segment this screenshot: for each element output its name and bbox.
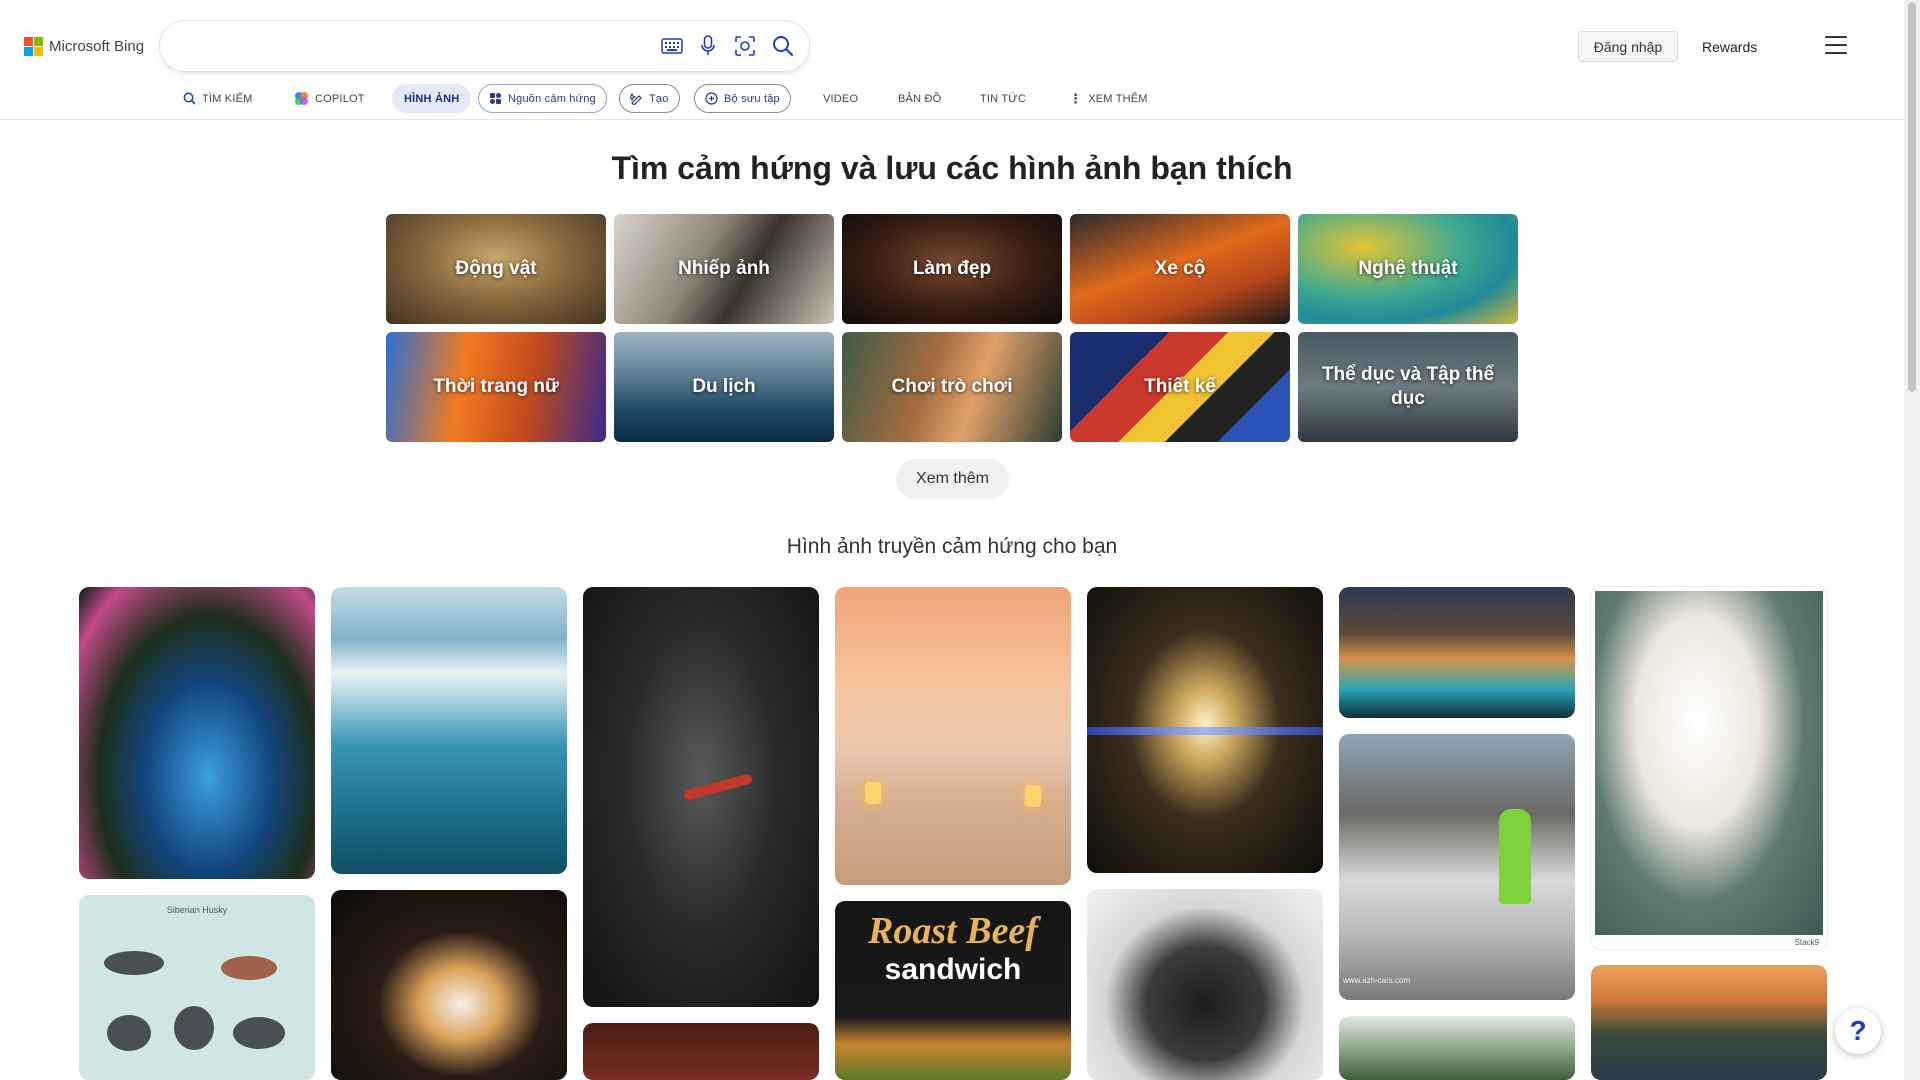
hamburger-menu-icon[interactable] (1825, 36, 1847, 54)
category-gaming[interactable]: Chơi trò chơi (842, 332, 1062, 442)
tab-video[interactable]: VIDEO (823, 84, 858, 113)
husky-chart-title: Siberian Husky (166, 905, 228, 915)
image-tile-desert-mosque[interactable] (835, 587, 1071, 885)
fashion-figure (1499, 809, 1531, 904)
search-icon (183, 92, 196, 105)
brand-name: Microsoft Bing (49, 38, 145, 55)
tab-images[interactable]: HÌNH ẢNH (392, 84, 472, 113)
category-beauty[interactable]: Làm đẹp (842, 214, 1062, 324)
roast-title-line1: Roast Beef (868, 910, 1038, 952)
tab-news[interactable]: TIN TỨC (980, 84, 1026, 113)
scrollbar-thumb[interactable] (1908, 2, 1916, 392)
see-more-button[interactable]: Xem thêm (896, 459, 1009, 499)
top-bar: Microsoft Bing Đăng nhập Rewards (0, 0, 1904, 92)
category-womens-fashion[interactable]: Thời trang nữ (386, 332, 606, 442)
category-travel[interactable]: Du lịch (614, 332, 834, 442)
create-icon (630, 92, 642, 105)
image-tile-resort-night[interactable] (1339, 587, 1575, 718)
microphone-icon[interactable] (696, 34, 720, 58)
lantern-left (865, 782, 881, 804)
roast-title-line2: sandwich (884, 953, 1022, 986)
rewards-link[interactable]: Rewards (1702, 39, 1757, 55)
tab-collections[interactable]: Bộ sưu tập (694, 84, 791, 113)
image-tile-husky-snow[interactable] (1087, 889, 1323, 1080)
category-vehicles[interactable]: Xe cộ (1070, 214, 1290, 324)
image-tile-bernese-dog[interactable] (331, 890, 567, 1080)
tab-copilot[interactable]: COPILOT (294, 84, 365, 113)
image-tile-white-lamborghini[interactable]: www.azh-cars.com (1339, 734, 1575, 1000)
husky-illustration-icon (104, 951, 285, 1051)
tab-search[interactable]: TÌM KIẾM (183, 84, 253, 113)
image-tile-mountain-lake[interactable] (1591, 965, 1827, 1080)
image-tile-westie-dog[interactable]: Stack9 (1591, 587, 1827, 949)
microsoft-logo-icon (24, 37, 43, 56)
image-tile-garden-trees[interactable] (1339, 1016, 1575, 1080)
page-scrollbar[interactable] (1904, 0, 1920, 1080)
lantern-right (1025, 785, 1041, 807)
image-tile-husky-chart[interactable]: Siberian Husky (79, 895, 315, 1080)
more-dots-icon: ⋮ (1069, 90, 1083, 106)
search-input[interactable] (182, 34, 652, 58)
copilot-icon (295, 92, 308, 105)
tab-create[interactable]: Tạo (619, 84, 680, 113)
help-button[interactable]: ? (1835, 1008, 1881, 1054)
image-tile-carved-wood[interactable] (583, 1023, 819, 1080)
westie-photo (1595, 591, 1823, 935)
keyboard-icon[interactable] (660, 34, 684, 58)
stack-watermark: Stack9 (1794, 938, 1819, 947)
category-art[interactable]: Nghệ thuật (1298, 214, 1518, 324)
image-tile-waterfall-garden[interactable] (79, 587, 315, 879)
collection-icon (705, 92, 718, 105)
image-tile-light-tunnel[interactable] (1087, 587, 1323, 873)
category-fitness[interactable]: Thể dục và Tập thể dục (1298, 332, 1518, 442)
image-tile-niagara-falls[interactable] (331, 587, 567, 874)
category-design[interactable]: Thiết kế (1070, 332, 1290, 442)
nav-bar: TÌM KIẾM COPILOT HÌNH ẢNH Nguồn cảm hứng… (0, 80, 1904, 120)
category-animals[interactable]: Động vật (386, 214, 606, 324)
image-tile-black-pug[interactable] (583, 587, 819, 1007)
image-tile-roast-beef[interactable]: Roast Beef sandwich (835, 901, 1071, 1080)
reflection-band (1087, 727, 1323, 735)
search-icon[interactable] (771, 34, 795, 58)
bing-logo[interactable]: Microsoft Bing (24, 37, 144, 56)
car-watermark: www.azh-cars.com (1343, 976, 1411, 985)
page-headline: Tìm cảm hứng và lưu các hình ảnh bạn thí… (611, 150, 1293, 186)
visual-search-icon[interactable] (733, 34, 757, 58)
category-grid: Động vật Nhiếp ảnh Làm đẹp Xe cộ Nghệ th… (386, 214, 1520, 442)
category-photography[interactable]: Nhiếp ảnh (614, 214, 834, 324)
search-box (160, 21, 809, 71)
tab-maps[interactable]: BẢN ĐỒ (898, 84, 941, 113)
inspiration-icon (490, 93, 501, 104)
pug-collar (682, 773, 754, 801)
inspiration-heading: Hình ảnh truyền cảm hứng cho bạn (786, 535, 1118, 558)
signin-button[interactable]: Đăng nhập (1578, 31, 1678, 62)
tab-more[interactable]: ⋮ XEM THÊM (1069, 84, 1148, 113)
tab-inspiration[interactable]: Nguồn cảm hứng (478, 84, 607, 113)
